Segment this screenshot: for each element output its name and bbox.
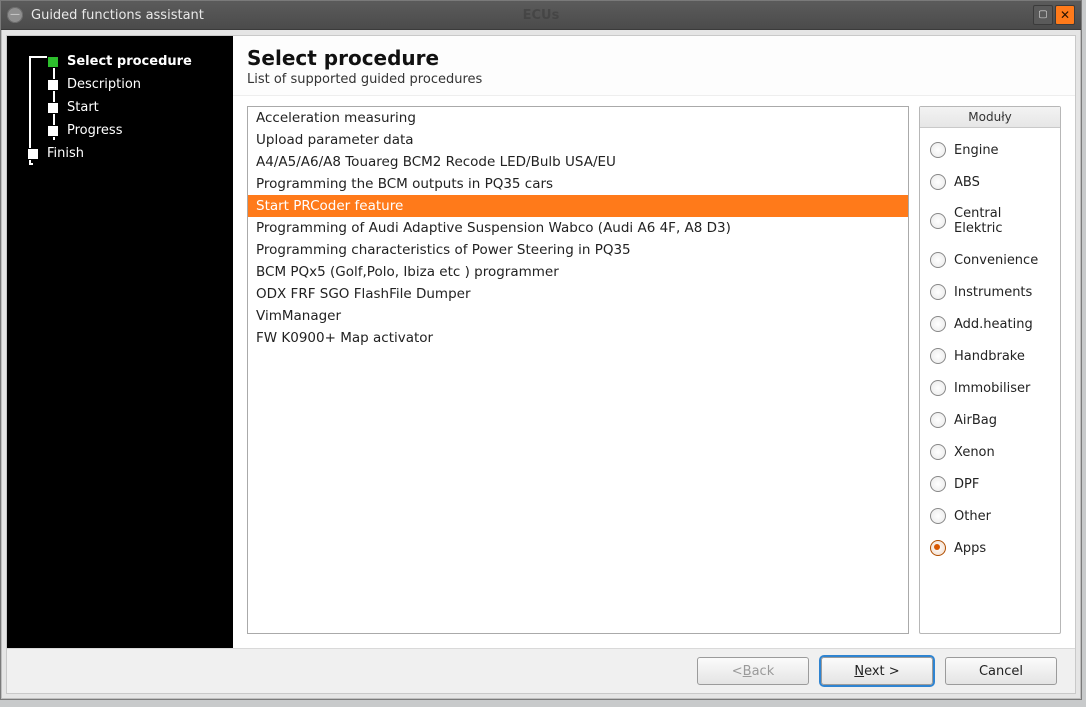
maximize-button[interactable]: ▢	[1033, 5, 1053, 25]
dialog-footer: < Back Next > Cancel	[7, 648, 1075, 693]
module-label: Immobiliser	[954, 381, 1030, 396]
procedure-item[interactable]: VimManager	[248, 305, 908, 327]
modules-legend: Moduły	[920, 107, 1060, 128]
radio-icon	[930, 142, 946, 158]
radio-icon	[930, 348, 946, 364]
back-button[interactable]: < Back	[697, 657, 809, 685]
module-option[interactable]: AirBag	[926, 404, 1054, 436]
wizard-step-finish: Finish	[7, 142, 233, 165]
procedure-list[interactable]: Acceleration measuringUpload parameter d…	[247, 106, 909, 634]
close-button[interactable]: ✕	[1055, 5, 1075, 25]
module-option[interactable]: Handbrake	[926, 340, 1054, 372]
module-option[interactable]: Central Elektric	[926, 198, 1054, 244]
radio-icon	[930, 476, 946, 492]
module-option[interactable]: Add.heating	[926, 308, 1054, 340]
step-marker-icon	[47, 56, 59, 68]
module-option[interactable]: Instruments	[926, 276, 1054, 308]
module-label: DPF	[954, 477, 979, 492]
modules-group: Moduły Engine ABS Central Elektric Convenie…	[919, 106, 1061, 634]
module-option[interactable]: Apps	[926, 532, 1054, 564]
radio-icon	[930, 174, 946, 190]
wizard-step-description: Description	[7, 73, 233, 96]
module-option[interactable]: Other	[926, 500, 1054, 532]
module-label: Convenience	[954, 253, 1038, 268]
module-label: ABS	[954, 175, 980, 190]
page-title: Select procedure	[247, 46, 1061, 70]
step-label: Description	[67, 77, 141, 92]
procedure-item[interactable]: BCM PQx5 (Golf,Polo, Ibiza etc ) program…	[248, 261, 908, 283]
app-icon: —	[7, 7, 23, 23]
module-label: Add.heating	[954, 317, 1033, 332]
module-label: Other	[954, 509, 991, 524]
radio-icon	[930, 284, 946, 300]
parent-window-hint: ECUs	[523, 8, 560, 23]
module-option[interactable]: Immobiliser	[926, 372, 1054, 404]
wizard-steps: Select procedure Description Start Progress…	[7, 36, 233, 648]
radio-icon	[930, 213, 946, 229]
guided-functions-window: — Guided functions assistant ECUs ▢ ✕ Se…	[0, 0, 1082, 700]
next-button[interactable]: Next >	[821, 657, 933, 685]
wizard-step-start: Start	[7, 96, 233, 119]
module-label: Central Elektric	[954, 206, 1050, 236]
module-option[interactable]: Xenon	[926, 436, 1054, 468]
procedure-item[interactable]: Acceleration measuring	[248, 107, 908, 129]
wizard-step-select: Select procedure	[7, 50, 233, 73]
radio-icon	[930, 252, 946, 268]
cancel-button[interactable]: Cancel	[945, 657, 1057, 685]
procedure-item[interactable]: FW K0900+ Map activator	[248, 327, 908, 349]
step-label: Select procedure	[67, 54, 192, 69]
procedure-item[interactable]: Upload parameter data	[248, 129, 908, 151]
dialog-body: Select procedure Description Start Progress…	[6, 35, 1076, 694]
content-panel: Select procedure List of supported guide…	[233, 36, 1075, 648]
wizard-step-progress: Progress	[7, 119, 233, 142]
radio-icon	[930, 316, 946, 332]
step-marker-icon	[47, 79, 59, 91]
step-marker-icon	[47, 125, 59, 137]
procedure-item[interactable]: A4/A5/A6/A8 Touareg BCM2 Recode LED/Bulb…	[248, 151, 908, 173]
module-option[interactable]: Engine	[926, 134, 1054, 166]
module-label: Apps	[954, 541, 986, 556]
procedure-item[interactable]: Programming of Audi Adaptive Suspension …	[248, 217, 908, 239]
page-subtitle: List of supported guided procedures	[247, 72, 1061, 87]
module-label: Handbrake	[954, 349, 1025, 364]
module-option[interactable]: ABS	[926, 166, 1054, 198]
content-header: Select procedure List of supported guide…	[233, 36, 1075, 96]
module-option[interactable]: DPF	[926, 468, 1054, 500]
step-label: Progress	[67, 123, 122, 138]
radio-icon	[930, 508, 946, 524]
radio-icon	[930, 540, 946, 556]
window-title: Guided functions assistant	[31, 8, 204, 23]
step-marker-icon	[47, 102, 59, 114]
radio-icon	[930, 444, 946, 460]
module-label: Xenon	[954, 445, 995, 460]
module-label: Engine	[954, 143, 999, 158]
procedure-item[interactable]: ODX FRF SGO FlashFile Dumper	[248, 283, 908, 305]
module-label: AirBag	[954, 413, 997, 428]
procedure-item[interactable]: Programming the BCM outputs in PQ35 cars	[248, 173, 908, 195]
title-bar[interactable]: — Guided functions assistant ECUs ▢ ✕	[1, 1, 1081, 30]
procedure-item[interactable]: Programming characteristics of Power Ste…	[248, 239, 908, 261]
procedure-item[interactable]: Start PRCoder feature	[248, 195, 908, 217]
step-label: Start	[67, 100, 99, 115]
module-label: Instruments	[954, 285, 1032, 300]
module-option[interactable]: Convenience	[926, 244, 1054, 276]
radio-icon	[930, 380, 946, 396]
step-label: Finish	[47, 146, 84, 161]
step-marker-icon	[27, 148, 39, 160]
radio-icon	[930, 412, 946, 428]
